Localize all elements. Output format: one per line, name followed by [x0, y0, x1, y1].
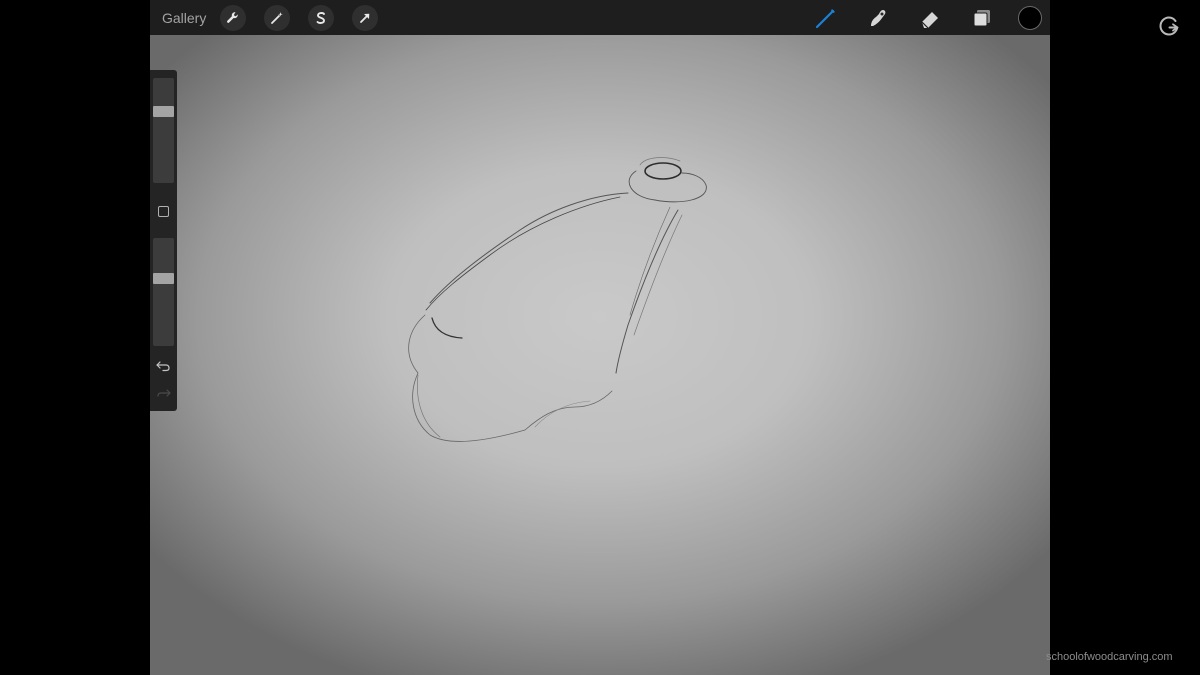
brush-size-slider[interactable] — [153, 78, 174, 183]
smudge-icon — [871, 9, 886, 26]
transform-arrow-icon — [360, 13, 370, 23]
adjustments-button[interactable] — [264, 4, 291, 31]
brush-icon — [815, 8, 835, 28]
pencil-sketch — [408, 157, 707, 442]
sketch-cap-ellipse — [644, 162, 682, 180]
sketch-right-contour — [615, 209, 679, 374]
gallery-button[interactable]: Gallery — [162, 10, 206, 26]
smudge-tool-button[interactable] — [864, 4, 892, 32]
undo-arrow-icon[interactable] — [155, 359, 172, 373]
sketch-left-contour-2 — [425, 196, 621, 311]
transform-button[interactable] — [352, 4, 379, 31]
magic-wand-icon — [271, 11, 284, 24]
top-toolbar: Gallery — [150, 0, 1050, 35]
opacity-thumb[interactable] — [153, 273, 174, 284]
layers-tool-button[interactable] — [968, 4, 996, 32]
sketch-bottom-wave-2 — [534, 400, 591, 428]
wrench-icon — [227, 11, 239, 23]
opacity-slider[interactable] — [153, 238, 174, 346]
sketch-right-contour-2 — [633, 214, 683, 336]
sketch-left-lower — [408, 314, 526, 442]
redo-arrow-icon[interactable] — [155, 387, 172, 401]
screen: Gallery schoolofwoodcarving.com — [0, 0, 1200, 675]
selection-button[interactable] — [308, 4, 335, 31]
right-tool-group — [788, 0, 1042, 35]
selection-s-icon — [316, 11, 326, 24]
watermark-text: schoolofwoodcarving.com — [1046, 651, 1173, 663]
drawing-canvas[interactable] — [150, 35, 1050, 675]
sketch-cap-outline — [628, 170, 707, 203]
brush-size-thumb[interactable] — [153, 106, 174, 117]
eraser-tool-button[interactable] — [916, 4, 944, 32]
layers-icon — [973, 9, 990, 26]
g-arrow-logo — [1159, 16, 1179, 36]
left-sidebar — [150, 70, 177, 411]
sketch-curl — [431, 317, 463, 339]
sketch-right-contour-3 — [629, 206, 671, 316]
square-modify-icon[interactable] — [158, 206, 169, 217]
sketch-left-contour — [429, 192, 629, 304]
eraser-icon — [921, 11, 938, 28]
color-picker-swatch[interactable] — [1018, 5, 1042, 30]
actions-button[interactable] — [220, 4, 247, 31]
brush-tool-button[interactable] — [812, 4, 840, 32]
sketch-left-lower-2 — [417, 374, 441, 438]
procreate-app: Gallery — [150, 0, 1050, 675]
